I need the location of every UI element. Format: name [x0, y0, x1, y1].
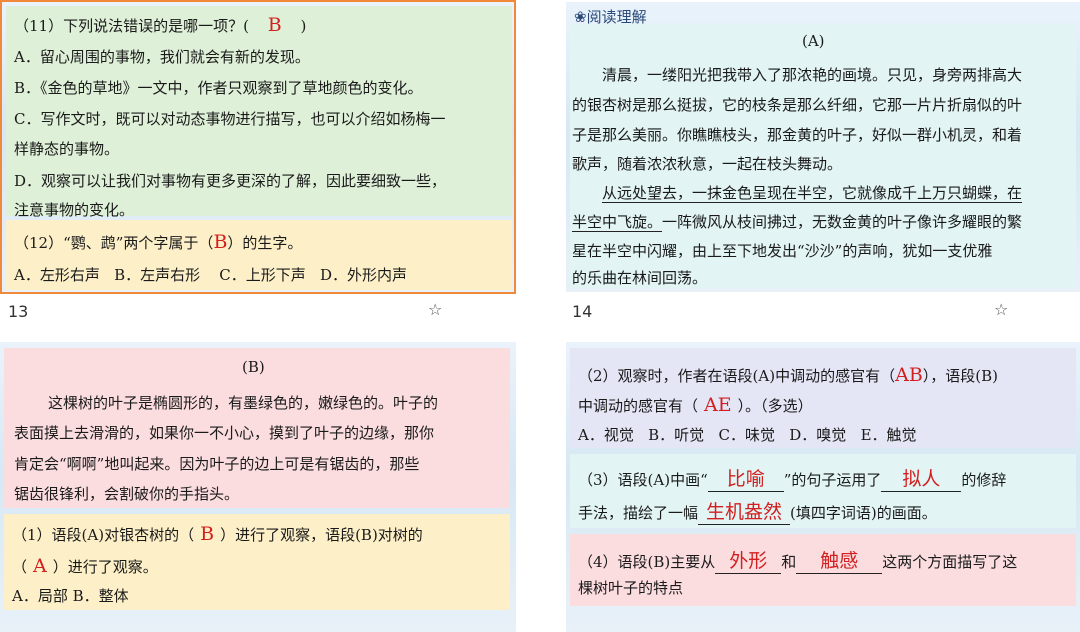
passage-a-underlined-1: 从远处望去，一抹金色呈现在半空，它就像成千上万只蝴蝶，在 — [602, 184, 1023, 203]
passage-b-title: (B) — [242, 358, 265, 376]
q3-answer-3: 生机盎然 — [706, 501, 783, 523]
q2-answer-1: AB — [895, 364, 923, 386]
passage-a-line-8: 的乐曲在林间回荡。 — [572, 269, 708, 287]
q1-stem-cont: （A ）进行了观察。 — [12, 555, 158, 577]
q11-option-d-cont: 注意事物的变化。 — [14, 201, 135, 219]
q2-stem: （2）观察时，作者在语段(A)中调动的感官有（AB），语段(B) — [578, 364, 999, 386]
q1-answer-1: B — [200, 523, 215, 545]
slide-15-thumbnail[interactable]: (B) 这棵树的叶子是椭圆形的，有墨绿色的，嫩绿色的。叶子的 表面摸上去滑滑的，… — [0, 342, 516, 632]
slide-14-thumbnail[interactable]: ❀阅读理解 (A) 清晨，一缕阳光把我带入了那浓艳的画境。只见，身旁两排高大 的… — [566, 2, 1080, 292]
q12-stem: （12）“鹦、鹉”两个字属于（B）的生字。 — [14, 231, 303, 253]
passage-b-line-2: 表面摸上去滑滑的，如果你一不小心，摸到了叶子的边缘，那你 — [14, 424, 435, 442]
q4-stem-cont: 棵树叶子的特点 — [578, 579, 684, 597]
star-outline-icon[interactable]: ☆ — [428, 300, 442, 319]
slide-13-thumbnail[interactable]: （11）下列说法错误的是哪一项？( B ) A．留心周围的事物，我们就会有新的发… — [0, 0, 516, 294]
q4-answer-2: 触感 — [820, 550, 859, 572]
q12-answer: B — [213, 231, 228, 253]
star-outline-icon[interactable]: ☆ — [994, 300, 1008, 319]
passage-a-line-6: 半空中飞旋。一阵微风从枝间拂过，无数金黄的叶子像许多耀眼的繁 — [572, 213, 1023, 232]
q4-stem: （4）语段(B)主要从 外形和触感 这两个方面描写了这 — [578, 546, 1017, 574]
passage-a-line-1: 清晨，一缕阳光把我带入了那浓艳的画境。只见，身旁两排高大 — [602, 66, 1023, 84]
q11-option-b: B．《金色的草地》一文中，作者只观察到了草地颜色的变化。 — [14, 79, 423, 97]
passage-b-line-1: 这棵树的叶子是椭圆形的，有墨绿色的，嫩绿色的。叶子的 — [48, 394, 439, 412]
q3-stem: （3）语段(A)中画“ 比喻 ”的句子运用了 拟人 的修辞 — [578, 464, 1006, 492]
q12-options: A．左形右声 B．左声右形 C．上形下声 D．外形内声 — [14, 266, 408, 284]
q1-answer-2: A — [33, 555, 47, 577]
q2-answer-2: AE — [704, 394, 732, 416]
passage-a-line-7: 星在半空中闪耀，由上至下地发出“沙沙”的声响，犹如一支优雅 — [572, 242, 993, 260]
q11-stem: （11）下列说法错误的是哪一项？( B ) — [14, 14, 307, 36]
q2-options: A．视觉 B．听觉 C．味觉 D．嗅觉 E．触觉 — [578, 426, 917, 444]
q3-stem-cont: 手法，描绘了一幅 生机盎然 (填四字词语)的画面。 — [578, 497, 937, 525]
slide-16-thumbnail[interactable]: （2）观察时，作者在语段(A)中调动的感官有（AB），语段(B) 中调动的感官有… — [566, 342, 1080, 632]
q11-option-d: D．观察可以让我们对事物有更多更深的了解，因此要细致一些， — [14, 172, 447, 190]
q11-option-c-cont: 样静态的事物。 — [14, 140, 120, 158]
q4-answer-1: 外形 — [729, 550, 768, 572]
q3-answer-2: 拟人 — [902, 468, 941, 490]
passage-a-title: (A) — [802, 32, 825, 50]
slide-number-13: 13 — [8, 302, 29, 321]
slide-number-14: 14 — [572, 302, 593, 321]
q11-answer: B — [267, 14, 282, 36]
q3-answer-1: 比喻 — [726, 468, 765, 490]
passage-a-line-4: 歌声，随着浓浓秋意，一起在枝头舞动。 — [572, 155, 843, 173]
q1-stem: （1）语段(A)对银杏树的（ B ）进行了观察，语段(B)对树的 — [12, 523, 423, 545]
passage-b-line-3: 肯定会“啊啊”地叫起来。因为叶子的边上可是有锯齿的，那些 — [14, 455, 420, 473]
passage-a-line-2: 的银杏树是那么挺拔，它的枝条是那么纤细，它那一片片折扇似的叶 — [572, 96, 1023, 114]
passage-b-line-4: 锯齿很锋利，会割破你的手指头。 — [14, 485, 240, 503]
q1-options: A．局部 B．整体 — [12, 587, 129, 605]
q11-option-c: C．写作文时，既可以对动态事物进行描写，也可以介绍如杨梅一 — [14, 110, 446, 128]
q2-stem-cont: 中调动的感官有（ AE ）。（多选） — [578, 394, 813, 416]
passage-a-line-3: 子是那么美丽。你瞧瞧枝头，那金黄的叶子，好似一群小机灵，和着 — [572, 126, 1023, 144]
q11-option-a: A．留心周围的事物，我们就会有新的发现。 — [14, 48, 310, 66]
